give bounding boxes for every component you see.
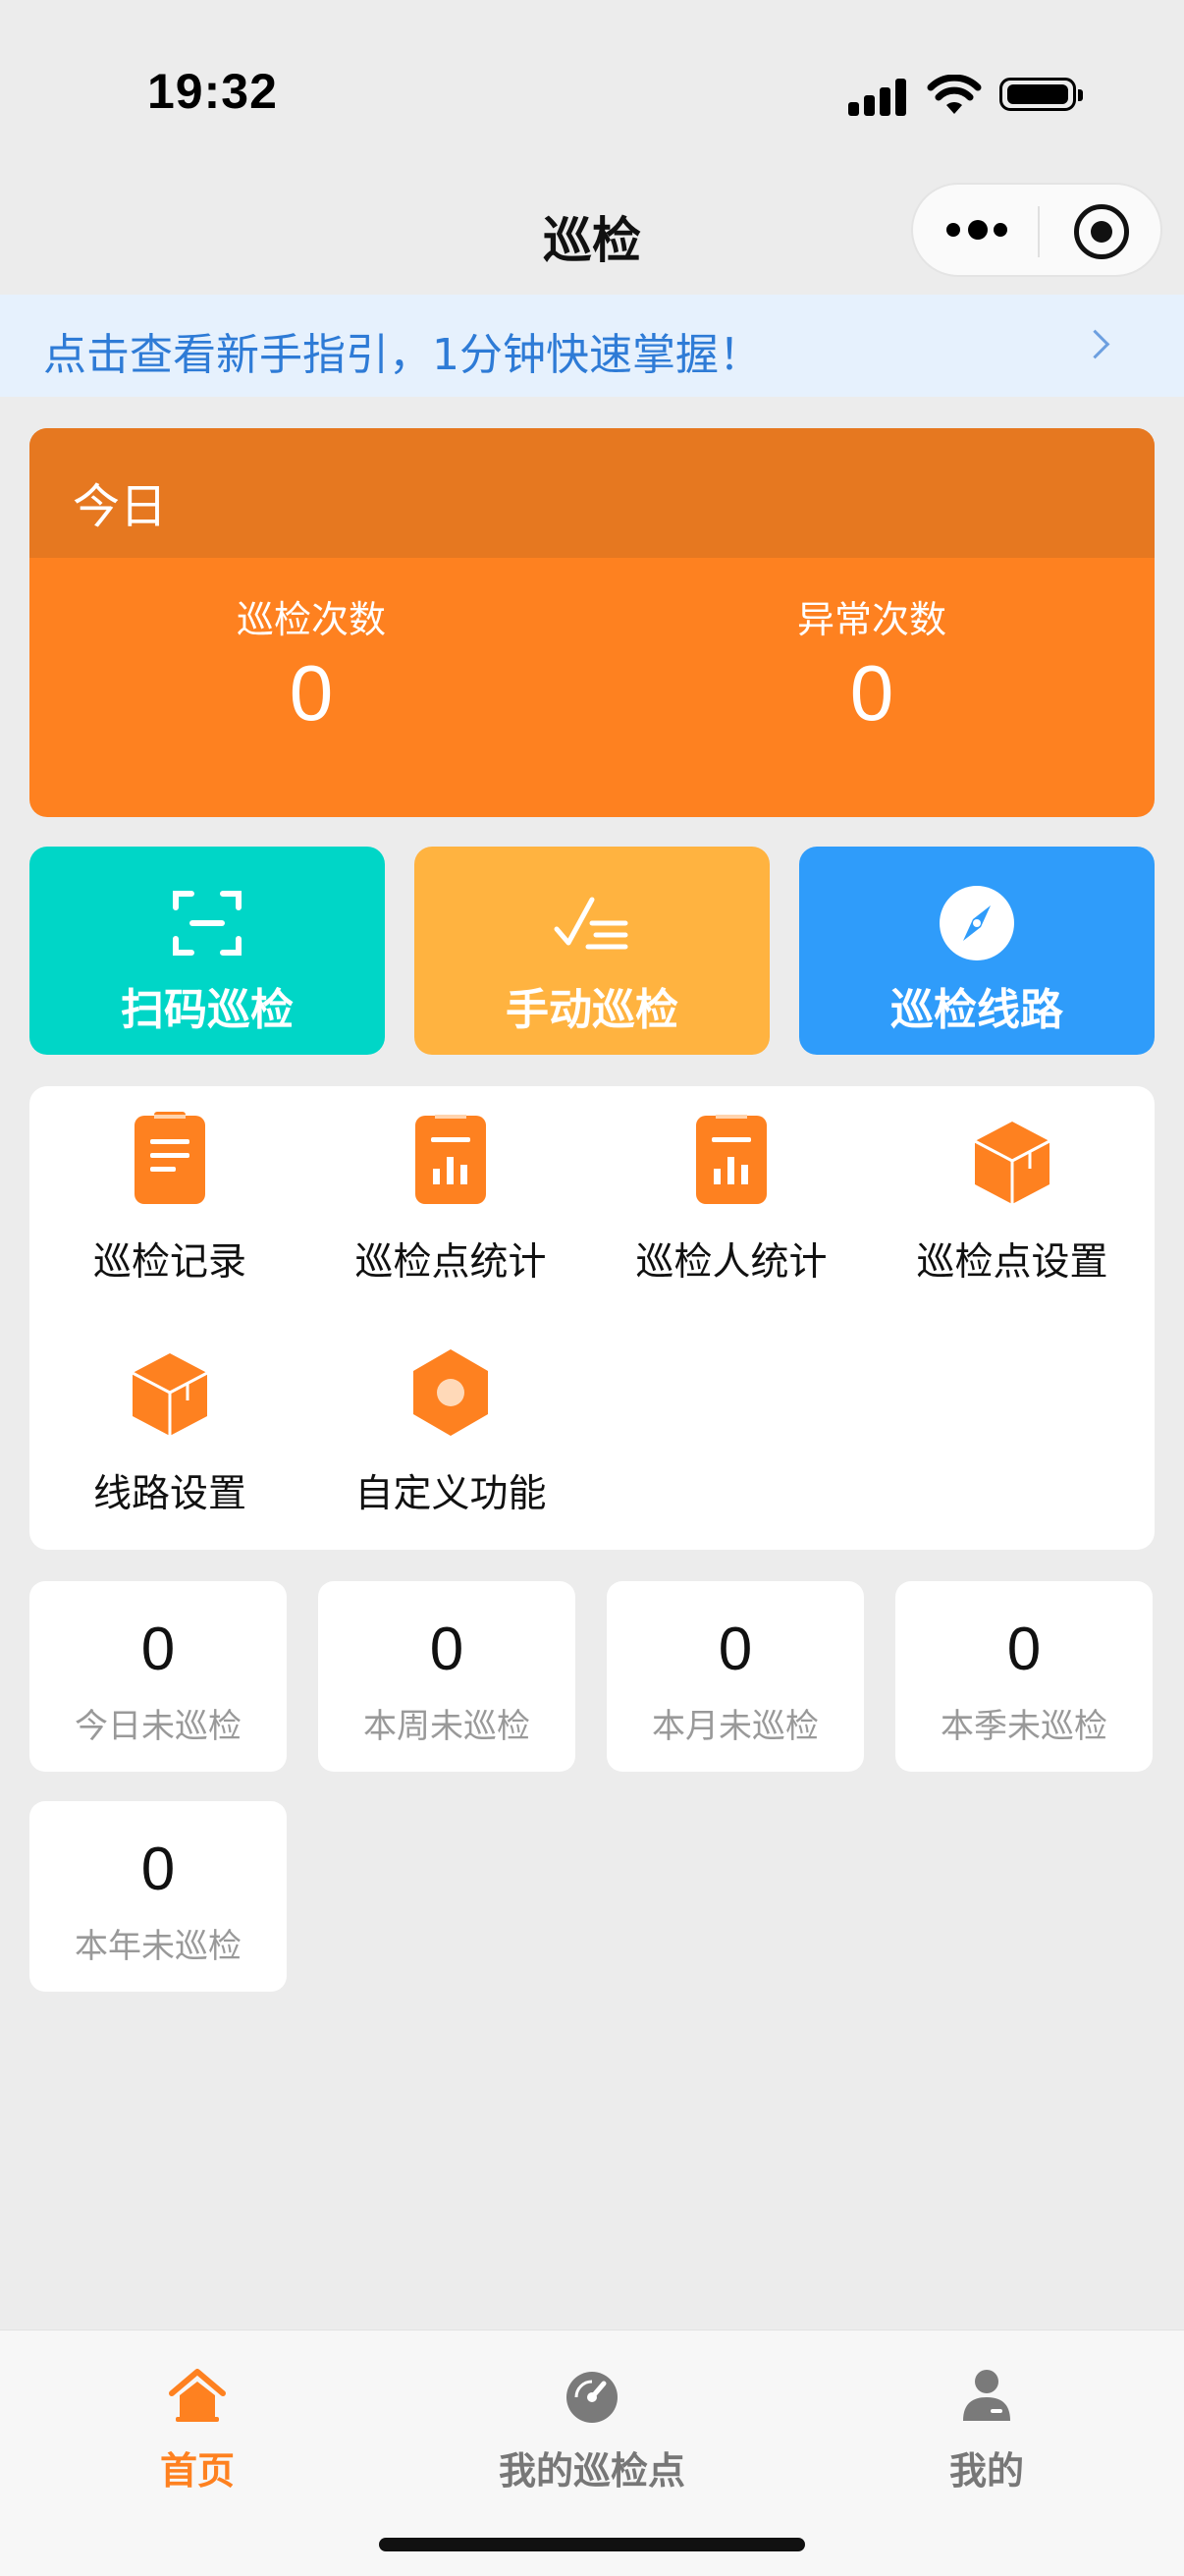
menu-label: 巡检点设置 xyxy=(916,1240,1108,1285)
menu-person-statistics[interactable]: 巡检人统计 xyxy=(591,1086,872,1312)
counter-value: 0 xyxy=(1006,1616,1042,1683)
wifi-icon xyxy=(927,75,982,114)
tab-label: 我的巡检点 xyxy=(498,2449,685,2493)
manual-inspection-label: 手动巡检 xyxy=(506,985,678,1035)
counter-value: 0 xyxy=(140,1836,176,1903)
menu-label: 巡检点统计 xyxy=(354,1240,547,1285)
counter-label: 本年未巡检 xyxy=(75,1927,242,1966)
menu-label: 线路设置 xyxy=(92,1472,246,1516)
counter-value: 0 xyxy=(140,1616,176,1683)
today-summary-card: 今日 巡检次数 0 异常次数 0 xyxy=(29,428,1155,817)
today-card-header: 今日 xyxy=(29,428,1155,558)
counter-label: 本月未巡检 xyxy=(652,1707,819,1746)
menu-label: 自定义功能 xyxy=(354,1472,547,1516)
menu-label: 巡检记录 xyxy=(92,1240,246,1285)
counter-label: 今日未巡检 xyxy=(75,1707,242,1746)
counter-month-pending[interactable]: 0 本月未巡检 xyxy=(607,1581,864,1772)
tab-home[interactable]: 首页 xyxy=(0,2330,395,2507)
inspection-route-label: 巡检线路 xyxy=(890,985,1063,1035)
scan-inspection-label: 扫码巡检 xyxy=(121,985,294,1035)
checklist-icon xyxy=(554,897,628,950)
gauge-icon xyxy=(566,2372,618,2423)
status-time: 19:32 xyxy=(147,64,278,119)
menu-point-settings[interactable]: 巡检点设置 xyxy=(872,1086,1153,1312)
counter-quarter-pending[interactable]: 0 本季未巡检 xyxy=(895,1581,1153,1772)
abnormal-count-label: 异常次数 xyxy=(796,598,946,641)
user-icon xyxy=(963,2370,1010,2421)
guide-banner-text: 点击查看新手指引，1分钟快速掌握！ xyxy=(43,330,762,380)
cellular-signal-icon xyxy=(848,77,907,116)
hexagon-icon xyxy=(413,1349,488,1436)
menu-custom-function[interactable]: 自定义功能 xyxy=(310,1318,591,1544)
menu-point-statistics[interactable]: 巡检点统计 xyxy=(310,1086,591,1312)
more-icon[interactable] xyxy=(946,218,1009,244)
clipboard-chart-icon xyxy=(696,1115,767,1204)
inspection-count-value: 0 xyxy=(289,649,334,737)
abnormal-count-value: 0 xyxy=(849,649,894,737)
tab-label: 首页 xyxy=(159,2449,235,2493)
manual-inspection-button[interactable]: 手动巡检 xyxy=(414,847,770,1055)
mini-program-capsule xyxy=(911,183,1162,277)
clipboard-list-icon xyxy=(135,1112,205,1204)
counter-label: 本周未巡检 xyxy=(363,1707,530,1746)
menu-inspection-records[interactable]: 巡检记录 xyxy=(29,1086,310,1312)
counter-week-pending[interactable]: 0 本周未巡检 xyxy=(318,1581,575,1772)
home-indicator xyxy=(379,2538,805,2551)
today-card-title: 今日 xyxy=(73,479,168,534)
inspection-route-button[interactable]: 巡检线路 xyxy=(799,847,1155,1055)
clipboard-chart-icon xyxy=(415,1115,486,1204)
box-icon xyxy=(974,1122,1050,1204)
menu-label: 巡检人统计 xyxy=(635,1240,828,1285)
tab-my-points[interactable]: 我的巡检点 xyxy=(395,2330,789,2507)
scan-icon xyxy=(173,891,242,956)
tab-label: 我的 xyxy=(948,2449,1024,2493)
compass-icon xyxy=(940,886,1014,960)
capsule-divider xyxy=(1038,206,1040,257)
battery-icon xyxy=(999,78,1083,111)
counter-year-pending[interactable]: 0 本年未巡检 xyxy=(29,1801,287,1992)
tab-mine[interactable]: 我的 xyxy=(789,2330,1184,2507)
counter-value: 0 xyxy=(429,1616,464,1683)
counter-label: 本季未巡检 xyxy=(941,1707,1107,1746)
close-miniprogram-icon[interactable] xyxy=(1074,204,1129,259)
counter-today-pending[interactable]: 0 今日未巡检 xyxy=(29,1581,287,1772)
box-icon xyxy=(132,1353,208,1436)
inspection-count-label: 巡检次数 xyxy=(236,598,386,641)
counter-value: 0 xyxy=(718,1616,753,1683)
feature-menu-card: 巡检记录 巡检点统计 巡检人统计 巡检点设置 线路设置 自定义功能 xyxy=(29,1086,1155,1550)
menu-route-settings[interactable]: 线路设置 xyxy=(29,1318,310,1544)
scan-inspection-button[interactable]: 扫码巡检 xyxy=(29,847,385,1055)
home-icon xyxy=(169,2369,226,2422)
